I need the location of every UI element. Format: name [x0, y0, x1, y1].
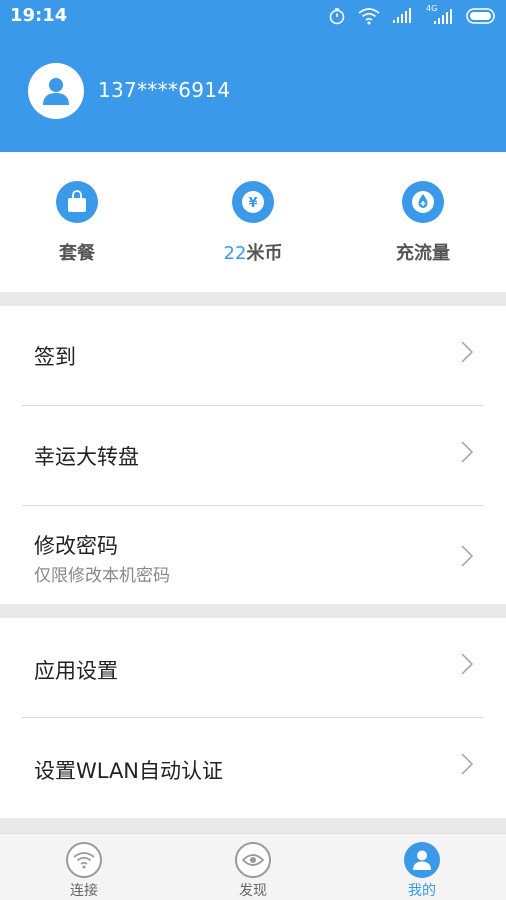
menu-item-app-settings[interactable]: 应用设置 [0, 618, 506, 718]
menu-group-account: 签到 幸运大转盘 修改密码 仅限修改本机密码 [0, 306, 506, 604]
change-password-sublabel: 仅限修改本机密码 [34, 566, 170, 586]
package-label: 套餐 [59, 243, 95, 264]
recharge-data-button[interactable]: 充流量 [363, 152, 483, 292]
tab-mine[interactable]: 我的 [362, 834, 482, 900]
coins-label: 22米币 [193, 239, 313, 265]
user-icon [404, 842, 440, 878]
chevron-right-icon [461, 441, 474, 463]
wlan-auth-label: 设置WLAN自动认证 [34, 759, 224, 783]
timer-icon [328, 7, 346, 25]
coins-unit: 米币 [246, 243, 283, 264]
tab-mine-label: 我的 [408, 883, 436, 899]
chevron-right-icon [461, 341, 474, 363]
profile-header: 19:14 4G 137****6914 [0, 0, 506, 152]
package-button[interactable]: 套餐 [17, 152, 137, 292]
menu-group-settings: 应用设置 设置WLAN自动认证 [0, 618, 506, 818]
coins-count: 22 [223, 243, 247, 264]
recharge-data-label: 充流量 [396, 243, 450, 264]
quick-actions: 套餐 ¥ 22米币 充流量 [0, 152, 506, 292]
svg-text:¥: ¥ [248, 196, 257, 211]
tab-connect[interactable]: 连接 [24, 834, 144, 900]
app-settings-label: 应用设置 [34, 659, 118, 683]
phone-number[interactable]: 137****6914 [98, 78, 230, 102]
bottom-tab-bar: 连接 发现 我的 [0, 833, 506, 900]
coins-button[interactable]: ¥ 22米币 [193, 152, 313, 292]
menu-item-change-password[interactable]: 修改密码 仅限修改本机密码 [0, 506, 506, 604]
wifi-icon [66, 842, 102, 878]
signal-4g-icon: 4G [426, 4, 454, 25]
tab-discover[interactable]: 发现 [193, 834, 313, 900]
checkin-label: 签到 [34, 345, 76, 369]
change-password-label: 修改密码 [34, 534, 118, 558]
yen-coin-icon: ¥ [232, 181, 274, 223]
status-time: 19:14 [10, 5, 68, 26]
droplet-plus-icon [402, 181, 444, 223]
bag-icon [56, 181, 98, 223]
menu-item-wlan-auth[interactable]: 设置WLAN自动认证 [0, 718, 506, 818]
battery-icon [466, 8, 496, 24]
chevron-right-icon [461, 653, 474, 675]
eye-icon [235, 842, 271, 878]
status-bar: 19:14 4G [0, 0, 506, 32]
menu-item-lucky-wheel[interactable]: 幸运大转盘 [0, 406, 506, 506]
wifi-status-icon [358, 7, 380, 25]
menu-item-checkin[interactable]: 签到 [0, 306, 506, 406]
avatar[interactable] [28, 63, 84, 119]
chevron-right-icon [461, 753, 474, 775]
lucky-wheel-label: 幸运大转盘 [34, 445, 139, 469]
tab-discover-label: 发现 [239, 883, 267, 899]
tab-connect-label: 连接 [70, 883, 98, 899]
signal-icon [392, 8, 414, 24]
user-avatar-icon [43, 78, 69, 105]
chevron-right-icon [461, 545, 474, 567]
status-icons: 4G [328, 4, 496, 26]
